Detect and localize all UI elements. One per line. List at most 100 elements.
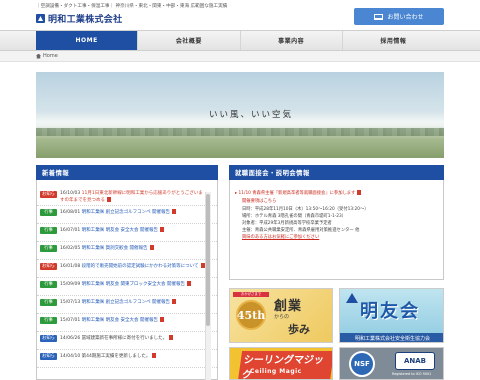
news-text: 16/08/01 明和工業㈱ 創立記念ゴルフコンペ 開催報告: [60, 209, 206, 216]
meiyu-banner[interactable]: 明友会 明和工業株式会社安全衛生協力会: [339, 288, 444, 343]
anniversary-title: 創業: [274, 299, 303, 314]
news-panel-title: 新着情報: [36, 165, 218, 180]
nav-item-recruit[interactable]: 採用情報: [343, 31, 444, 50]
pdf-icon: [152, 353, 157, 358]
news-text: 15/07/13 明和工業㈱ 創立記念ゴルフコンペ 開催報告: [60, 299, 206, 306]
nsf-logo: NSF: [349, 351, 375, 377]
news-category-badge: 行事: [40, 281, 57, 288]
pdf-icon: [172, 209, 177, 214]
meiyu-caption: 明和工業株式会社安全衛生協力会: [340, 333, 443, 342]
news-date: 16/07/01: [60, 228, 81, 233]
mail-icon: [374, 13, 384, 20]
pdf-icon: [159, 317, 164, 322]
home-icon: [36, 53, 41, 59]
pdf-icon: [107, 197, 111, 202]
pdf-icon: [357, 190, 362, 195]
job-panel-title: 就職面接会・説明会情報: [229, 165, 444, 180]
job-organizer-line: 主催：青森公共職業安定所、青森県雇用対策推進センター 他: [242, 228, 360, 233]
news-category-badge: お知らせ: [40, 263, 57, 276]
news-text: 14/04/10 第44期施工実績を更新しました。: [60, 353, 206, 360]
news-row: 行事 16/02/05 明和工業㈱ 賀詞交歓会 開催報告: [37, 242, 217, 260]
news-category-badge: 行事: [40, 209, 57, 216]
meiyu-logo-icon: [346, 293, 358, 303]
header-tagline: ｜空調設備・ダクト工事・保温工事｜ 神奈川県・東北・関東・中部・東海 広範囲な施…: [36, 4, 228, 9]
news-category-badge: お知らせ: [40, 191, 57, 204]
job-detail-link[interactable]: 開催要項はこちら: [242, 199, 276, 205]
news-link[interactable]: 明和工業㈱ 明友会 関東ブロック安全大会 開催報告: [82, 282, 185, 287]
contact-button[interactable]: お問い合わせ: [354, 8, 444, 25]
breadcrumb-bar: [0, 51, 480, 62]
anniversary-seal: 45th: [236, 300, 266, 330]
hero-tagline: いい風、いい空気: [209, 110, 294, 120]
company-logo-icon: [36, 14, 45, 23]
news-category-badge: 行事: [40, 245, 57, 252]
news-link[interactable]: 段階的で販売開始前の認定試験にかかわる対策等について: [82, 264, 199, 269]
news-row: お知らせ 16/10/03 11月1日東北新幹線に明和工業から応援ありがとうござい…: [37, 188, 217, 206]
anab-logo: ANAB: [395, 352, 435, 370]
hero-image: いい風、いい空気: [36, 72, 444, 158]
job-event-title-text: 11/10 青森県主催『新規高卒者等就職面接会』に参加します: [238, 191, 356, 196]
news-text: 15/07/01 明和工業㈱ 明友会 安全大会 開催報告: [60, 317, 206, 324]
ceiling-magic-banner[interactable]: シーリングマジック Ceiling Magic: [229, 347, 333, 380]
breadcrumb-home[interactable]: Home: [43, 53, 58, 59]
meiyu-title: 明友会: [360, 301, 420, 322]
news-date: 16/08/01: [60, 210, 81, 215]
job-venue-line: 場所：ホテル青森 3階孔雀の間（青森市堤町1-1-23）: [242, 214, 347, 219]
news-link[interactable]: 明和工業㈱ 創立記念ゴルフコンペ 開催報告: [82, 300, 170, 305]
nav-edge-right: [444, 30, 480, 51]
news-date: 14/06/26: [60, 336, 81, 341]
nav-item-company[interactable]: 会社概要: [138, 31, 241, 50]
news-link[interactable]: 11月1日東北新幹線に明和工業から応援ありがとうございますの年までを見つめる: [60, 191, 203, 203]
certification-banner[interactable]: NSF ANAB Registered to ISO 9001: [339, 347, 444, 380]
ceiling-magic-sub: Ceiling Magic: [250, 368, 302, 375]
news-date: 15/07/01: [60, 318, 81, 323]
news-link[interactable]: 明和工業㈱ 創立記念ゴルフコンペ 開催報告: [82, 210, 170, 215]
news-row: 行事 16/08/01 明和工業㈱ 創立記念ゴルフコンペ 開催報告: [37, 206, 217, 224]
news-link[interactable]: 明和工業㈱ 明友会 安全大会 開催報告: [82, 228, 158, 233]
news-date: 15/07/13: [60, 300, 81, 305]
job-footer-link[interactable]: 興味のある方はお気軽にご参加ください: [242, 235, 319, 241]
job-event-title[interactable]: ▸ 11/10 青森県主催『新規高卒者等就職面接会』に参加します: [235, 190, 362, 197]
news-text: 16/10/03 11月1日東北新幹線に明和工業から応援ありがとうございますの年…: [60, 191, 206, 204]
contact-button-label: お問い合わせ: [387, 14, 424, 21]
pdf-icon: [159, 227, 164, 232]
news-category-badge: 行事: [40, 317, 57, 324]
job-date-line: 日時：平成28年11月10日（木）13:50〜16:20（受付13:20〜）: [242, 207, 369, 212]
breadcrumb: Home: [36, 53, 58, 59]
hero-treeline: [36, 128, 444, 136]
news-panel: お知らせ 16/10/03 11月1日東北新幹線に明和工業から応援ありがとうござい…: [36, 180, 218, 380]
job-target-line: 対象者：平成29年3月新規高等学校卒業予定者: [242, 221, 332, 226]
anniversary-banner[interactable]: おかげさまで 45th 創業 からの 歩み: [229, 288, 333, 343]
news-date: 16/10/03: [60, 191, 81, 196]
news-row: 行事 15/09/09 明和工業㈱ 明友会 関東ブロック安全大会 開催報告: [37, 278, 217, 296]
global-nav: HOME 会社概要 事業内容 採用情報: [36, 30, 444, 51]
news-date: 16/02/05: [60, 246, 81, 251]
news-category-badge: お知らせ: [40, 353, 57, 366]
pdf-icon: [186, 281, 191, 286]
news-text: 16/01/08 段階的で販売開始前の認定試験にかかわる対策等について: [60, 263, 206, 270]
news-row: お知らせ 14/04/10 第44期施工実績を更新しました。: [37, 350, 217, 368]
nav-item-business[interactable]: 事業内容: [241, 31, 343, 50]
news-link[interactable]: 明和工業㈱ 賀詞交歓会 開催報告: [82, 246, 148, 251]
news-date: 16/01/08: [60, 264, 81, 269]
news-text: 14/06/26 冨域建築新在事所様に寄付を行いました。: [60, 335, 206, 342]
news-category-badge: 行事: [40, 299, 57, 306]
nav-item-home[interactable]: HOME: [36, 31, 139, 50]
news-link: 第44期施工実績を更新しました。: [81, 354, 151, 359]
news-row: お知らせ 16/01/08 段階的で販売開始前の認定試験にかかわる対策等について: [37, 260, 217, 278]
pdf-icon: [200, 263, 205, 268]
company-logo[interactable]: 明和工業株式会社: [36, 12, 122, 25]
news-row: 行事 15/07/01 明和工業㈱ 明友会 安全大会 開催報告: [37, 314, 217, 332]
anniversary-sub: からの: [274, 314, 290, 320]
news-link: 冨域建築新在事所様に寄付を行いました。: [81, 336, 168, 341]
news-scrollbar-thumb[interactable]: [206, 194, 210, 326]
news-category-badge: お知らせ: [40, 335, 57, 348]
news-text: 15/09/09 明和工業㈱ 明友会 関東ブロック安全大会 開催報告: [60, 281, 206, 288]
pdf-icon: [149, 245, 154, 250]
pdf-icon: [172, 299, 177, 304]
news-row: お知らせ 14/06/26 冨域建築新在事所様に寄付を行いました。: [37, 332, 217, 350]
news-link[interactable]: 明和工業㈱ 明友会 安全大会 開催報告: [82, 318, 158, 323]
news-date: 14/04/10: [60, 354, 81, 359]
ceiling-magic-title: シーリングマジック: [237, 351, 332, 379]
pdf-icon: [169, 335, 174, 340]
